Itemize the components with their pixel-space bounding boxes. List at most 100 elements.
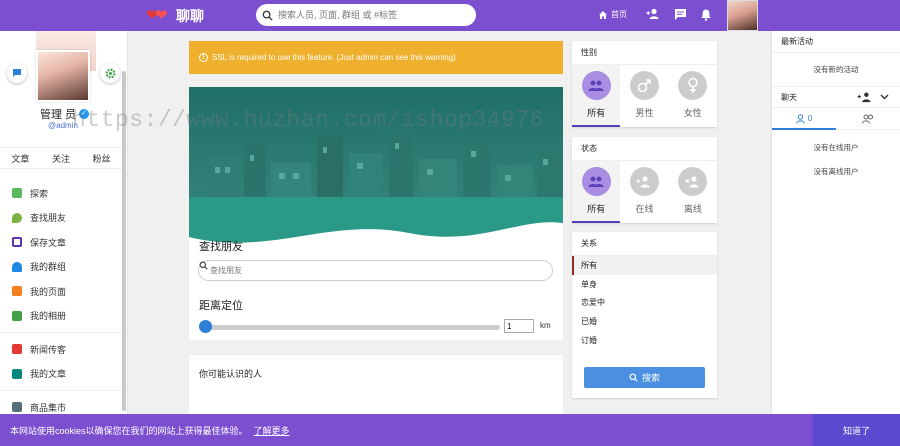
- profile-stats: 文章 关注 粉丝: [0, 147, 122, 169]
- sidebar-item-my-groups[interactable]: 我的群组: [0, 255, 122, 280]
- album-icon: [12, 310, 22, 321]
- profile-avatar[interactable]: [36, 50, 90, 102]
- sidebar-item-explore[interactable]: 探索: [0, 181, 122, 206]
- sidebar-item-label: 商品集市: [30, 402, 67, 413]
- profile-name[interactable]: 管理 员 ✓: [40, 106, 90, 122]
- user-remove-icon: [685, 175, 699, 187]
- distance-value-input[interactable]: [504, 319, 534, 333]
- search-icon: [629, 373, 638, 382]
- stat-posts[interactable]: 文章: [0, 152, 41, 165]
- relationship-option-all[interactable]: 所有: [572, 256, 717, 275]
- option-label: 在线: [635, 204, 654, 214]
- global-search-input[interactable]: [278, 10, 468, 20]
- gender-option-male[interactable]: 男性: [620, 65, 668, 127]
- friend-requests-icon[interactable]: [646, 8, 660, 20]
- stat-following[interactable]: 关注: [41, 152, 82, 165]
- distance-slider-handle[interactable]: [199, 320, 212, 333]
- people-you-may-know-title: 你可能认识的人: [199, 369, 263, 379]
- find-friends-search[interactable]: [198, 260, 553, 281]
- filter-search-button[interactable]: 搜索: [584, 367, 705, 388]
- people-icon: [588, 176, 604, 187]
- profile-settings-button[interactable]: [100, 63, 120, 83]
- cookie-consent-bar: 本网站使用cookies以确保您在我们的网站上获得最佳体验。 了解更多 知道了: [0, 414, 900, 446]
- menu-divider: [0, 332, 122, 333]
- home-label: 首页: [611, 10, 627, 19]
- male-icon: [638, 78, 652, 92]
- gender-option-female[interactable]: 女性: [669, 65, 717, 127]
- sidebar-item-news-blog[interactable]: 新闻传客: [0, 337, 122, 362]
- messages-icon[interactable]: [674, 8, 687, 21]
- hearts-logo-icon: ❤ ❤: [146, 7, 168, 24]
- sidebar-item-saved-posts[interactable]: 保存文章: [0, 230, 122, 255]
- market-icon: [12, 402, 22, 413]
- status-filter-card: 状态 所有 在线 离线: [572, 137, 717, 223]
- bookmark-icon: [12, 237, 22, 248]
- status-option-offline[interactable]: 离线: [669, 161, 717, 223]
- profile-handle: @admin: [48, 121, 78, 130]
- sidebar-item-my-articles[interactable]: 我的文章: [0, 362, 122, 387]
- sidebar-item-my-albums[interactable]: 我的相册: [0, 304, 122, 329]
- tab-offline-users[interactable]: [836, 108, 900, 129]
- distance-unit: km: [540, 321, 551, 330]
- search-icon: [262, 10, 273, 21]
- status-option-all[interactable]: 所有: [572, 161, 621, 223]
- status-option-online[interactable]: 在线: [620, 161, 668, 223]
- user-avatar-menu[interactable]: [727, 0, 758, 31]
- cookie-text: 本网站使用cookies以确保您在我们的网站上获得最佳体验。: [10, 426, 248, 436]
- cookie-accept-button[interactable]: 知道了: [813, 414, 900, 446]
- info-icon: !: [199, 53, 208, 62]
- option-label: 所有: [587, 108, 606, 118]
- search-icon: [199, 261, 208, 270]
- relationship-option-married[interactable]: 已婚: [572, 312, 717, 331]
- relationship-option-single[interactable]: 单身: [572, 275, 717, 294]
- sidebar-item-label: 我的相册: [30, 311, 67, 322]
- gender-option-all[interactable]: 所有: [572, 65, 621, 127]
- option-label: 女性: [683, 108, 702, 118]
- sidebar-item-my-pages[interactable]: 我的页面: [0, 279, 122, 304]
- ssl-warning-text: SSL is required to use this feature. (Ju…: [212, 53, 456, 62]
- sidebar-item-label: 我的页面: [30, 286, 67, 297]
- status-filter-title: 状态: [572, 137, 717, 161]
- search-button-label: 搜索: [641, 373, 660, 383]
- location-pin-icon: [12, 212, 22, 223]
- groups-icon: [12, 261, 22, 272]
- sidebar-scrollbar[interactable]: [122, 71, 126, 411]
- chevron-down-icon[interactable]: [880, 94, 889, 100]
- site-logo[interactable]: ❤ ❤ 聊聊: [146, 6, 204, 26]
- sidebar-item-find-friends[interactable]: 查找朋友: [0, 206, 122, 231]
- add-group-chat-icon[interactable]: [857, 92, 872, 103]
- explore-icon: [12, 188, 22, 199]
- global-search-box[interactable]: [256, 4, 476, 26]
- find-friends-input[interactable]: [210, 266, 530, 275]
- distance-slider-track[interactable]: [204, 325, 500, 330]
- logo-text: 聊聊: [176, 8, 204, 24]
- option-label: 离线: [683, 204, 702, 214]
- sidebar-item-label: 我的文章: [30, 369, 67, 380]
- relationship-option-in-relationship[interactable]: 恋爱中: [572, 294, 717, 313]
- sidebar-item-label: 我的群组: [30, 262, 67, 273]
- verified-badge-icon: ✓: [79, 109, 90, 119]
- sidebar-item-label: 保存文章: [30, 237, 67, 248]
- sidebar-item-label: 查找朋友: [30, 213, 67, 224]
- gender-filter-title: 性别: [572, 41, 717, 65]
- cookie-learn-more-link[interactable]: 了解更多: [254, 426, 290, 436]
- cookie-message: 本网站使用cookies以确保您在我们的网站上获得最佳体验。 了解更多: [10, 424, 290, 437]
- tab-online-users[interactable]: 0: [772, 108, 836, 130]
- gear-icon: [105, 68, 115, 78]
- stat-followers[interactable]: 粉丝: [81, 152, 122, 165]
- distance-title: 距离定位: [199, 300, 243, 312]
- messages-button[interactable]: [7, 63, 27, 83]
- relationship-option-engaged[interactable]: 订婚: [572, 331, 717, 350]
- home-link[interactable]: 首页: [598, 9, 627, 20]
- chat-tabs: 0: [772, 108, 900, 130]
- sidebar-item-label: 探索: [30, 188, 49, 199]
- find-friends-title: 查找朋友: [199, 241, 243, 253]
- chat-icon: [13, 69, 21, 77]
- notifications-bell-icon[interactable]: [700, 8, 712, 21]
- book-icon: [12, 368, 22, 379]
- people-icon: [588, 80, 604, 91]
- sidebar-item-label: 新闻传客: [30, 344, 67, 355]
- gender-filter-card: 性别 所有 男性 女性: [572, 41, 717, 127]
- users-icon: [862, 114, 873, 124]
- user-add-icon: [636, 175, 650, 187]
